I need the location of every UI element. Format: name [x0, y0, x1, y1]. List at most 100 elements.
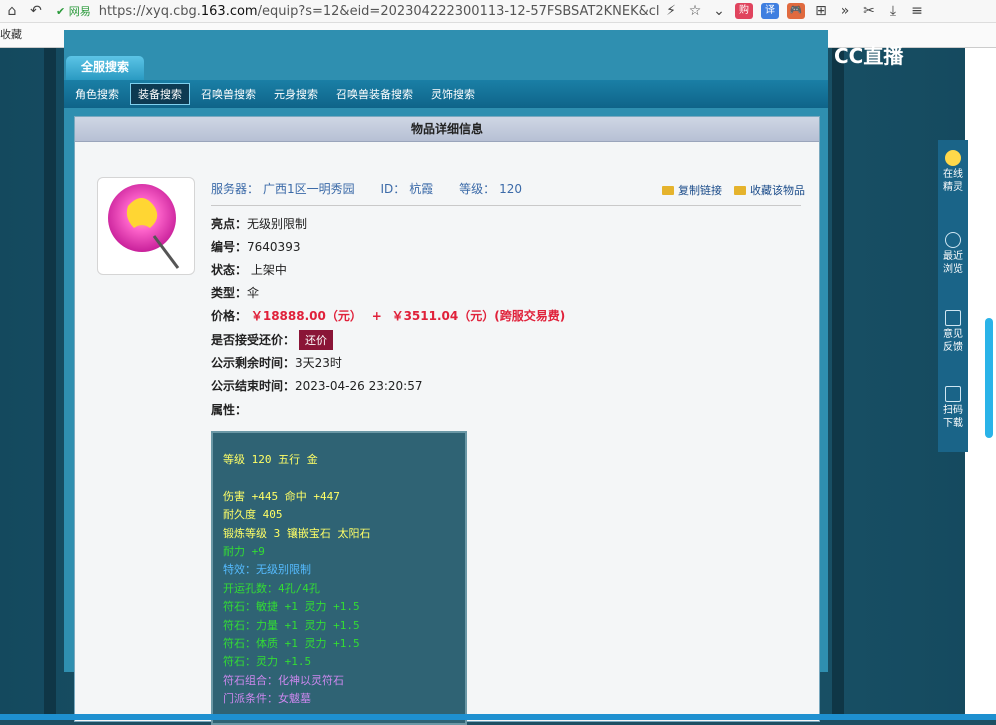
- favorite-label: 收藏该物品: [750, 184, 805, 197]
- scrollbar-thumb[interactable]: [985, 318, 993, 438]
- sidebar-recent-browse[interactable]: 最近 浏览: [938, 232, 968, 276]
- bargain-label: 是否接受还价：: [211, 333, 296, 347]
- scissors-icon[interactable]: ✂: [857, 3, 881, 19]
- back-icon[interactable]: ↶: [24, 3, 48, 19]
- number-row: 编号：7640393: [211, 238, 300, 255]
- stat-line: 耐力 +9: [223, 545, 265, 559]
- url-prefix: https://xyq.cbg.: [98, 3, 201, 19]
- level-value: 120: [499, 182, 523, 196]
- level-label: 等级：: [459, 182, 496, 196]
- mascot-icon: [945, 150, 961, 166]
- game-extension-icon[interactable]: 🎮: [787, 3, 805, 19]
- price-value: ￥18888.00（元）: [250, 309, 362, 323]
- number-label: 编号：: [211, 240, 248, 254]
- browser-toolbar: ⌂ ↶ ✔ 网易 https://xyq.cbg. 163.com/equip?s…: [0, 0, 996, 23]
- sidebar-feedback[interactable]: 意见 反馈: [938, 310, 968, 354]
- menu-icon[interactable]: ≡: [905, 3, 929, 19]
- stat-line: 耐久度 405: [223, 508, 283, 522]
- stat-line: 伤害 +445 命中 +447: [223, 489, 340, 503]
- nav-role-search[interactable]: 角色搜索: [68, 84, 126, 104]
- stat-line: 门派条件：女魃墓: [223, 692, 311, 706]
- end-row: 公示结束时间：2023-04-26 23:20:57: [211, 377, 422, 394]
- sidebar-scan-download[interactable]: 扫码 下载: [938, 386, 968, 430]
- highlight-label: 亮点：: [211, 217, 248, 231]
- chevron-down-icon[interactable]: ⌄: [707, 3, 731, 19]
- nav-equip-search[interactable]: 装备搜索: [130, 83, 190, 105]
- stat-line: 开运孔数：4孔/4孔: [223, 581, 320, 595]
- tab-all-server-search[interactable]: 全服搜索: [66, 56, 144, 80]
- sidebar-label: 下载: [943, 418, 963, 429]
- nav-summon-equip-search[interactable]: 召唤兽装备搜索: [329, 84, 420, 104]
- number-value: 7640393: [247, 240, 301, 254]
- highlight-value: 无级别限制: [247, 217, 308, 231]
- price-plus: +: [371, 309, 382, 323]
- umbrella-icon: [108, 184, 180, 269]
- home-icon[interactable]: ⌂: [0, 3, 24, 19]
- star-icon[interactable]: ☆: [683, 3, 707, 19]
- safe-badge: ✔ 网易: [56, 5, 91, 18]
- item-detail-panel: 物品详细信息 服务器： 广西1区一明秀园 ID： 杭霞 等级： 120 复制链接 收藏…: [74, 116, 820, 725]
- clock-icon: [945, 232, 961, 248]
- bargain-button[interactable]: 还价: [299, 330, 334, 350]
- nav-ornament-search[interactable]: 灵饰搜索: [424, 84, 482, 104]
- floating-sidebar: 在线 精灵 最近 浏览 意见 反馈 扫码 下载: [938, 140, 968, 452]
- address-bar[interactable]: ✔ 网易 https://xyq.cbg. 163.com/equip?s=12&…: [54, 1, 659, 21]
- price-label: 价格：: [211, 309, 248, 323]
- sidebar-label: 浏览: [943, 264, 963, 275]
- url-host: 163.com: [200, 3, 258, 19]
- shopping-extension-icon[interactable]: 购: [735, 3, 753, 19]
- bottom-taskbar-edge: [0, 714, 996, 720]
- remain-row: 公示剩余时间：3天23时: [211, 354, 342, 371]
- scroll-gutter: [965, 48, 996, 720]
- id-value: 杭霞: [409, 182, 434, 196]
- server-label: 服务器：: [211, 182, 260, 196]
- stat-line: 符石组合：化神以灵符石: [223, 673, 344, 687]
- nav-yuanshen-search[interactable]: 元身搜索: [267, 84, 325, 104]
- type-value: 伞: [247, 286, 260, 300]
- scan-icon: [945, 386, 961, 402]
- nav-summon-search[interactable]: 召唤兽搜索: [194, 84, 263, 104]
- copy-link-button[interactable]: 复制链接: [662, 182, 722, 198]
- end-label: 公示结束时间：: [211, 379, 296, 393]
- sidebar-label: 意见: [943, 329, 963, 340]
- status-value: 上架中: [250, 263, 287, 277]
- remain-label: 公示剩余时间：: [211, 356, 296, 370]
- search-nav: 角色搜索 装备搜索 召唤兽搜索 元身搜索 召唤兽装备搜索 灵饰搜索: [64, 80, 828, 108]
- url-suffix: /equip?s=12&eid=202304222300113-12-57FSB…: [257, 3, 659, 19]
- left-border-stripe: [44, 48, 56, 720]
- stat-line: 等级 120 五行 金: [223, 453, 318, 466]
- download-icon[interactable]: ⤓: [881, 3, 905, 19]
- folder-icon: [662, 185, 674, 195]
- divider: [211, 205, 801, 206]
- sidebar-label: 扫码: [943, 405, 963, 416]
- status-label: 状态：: [211, 263, 248, 277]
- stat-line: 锻炼等级 3 镶嵌宝石 太阳石: [223, 526, 371, 540]
- end-value: 2023-04-26 23:20:57: [295, 379, 423, 393]
- attr-row: 属性：: [211, 401, 247, 418]
- type-label: 类型：: [211, 286, 248, 300]
- more-chevron-icon[interactable]: »: [833, 3, 857, 19]
- stat-line: [213, 469, 465, 487]
- bookmarks-label[interactable]: 收藏: [0, 28, 22, 41]
- sidebar-online-helper[interactable]: 在线 精灵: [938, 150, 968, 194]
- grid-icon[interactable]: ⊞: [809, 3, 833, 19]
- stat-line: 符石：敏捷 +1 灵力 +1.5: [223, 600, 360, 614]
- sidebar-label: 反馈: [943, 342, 963, 353]
- status-row: 状态： 上架中: [211, 261, 287, 278]
- stat-line: 符石：力量 +1 灵力 +1.5: [223, 618, 360, 632]
- item-image: [97, 177, 195, 275]
- folder-icon: [734, 185, 746, 195]
- sidebar-label: 在线: [943, 169, 963, 180]
- lightning-icon[interactable]: ⚡: [659, 3, 683, 19]
- fee-value: ￥3511.04（元）(跨服交易费): [391, 309, 566, 323]
- copy-link-label: 复制链接: [678, 184, 722, 197]
- cc-live-logo: CC直播: [834, 44, 904, 68]
- type-row: 类型：伞: [211, 284, 259, 301]
- translate-extension-icon[interactable]: 译: [761, 3, 779, 19]
- favorite-button[interactable]: 收藏该物品: [734, 182, 805, 198]
- stat-line: 符石：体质 +1 灵力 +1.5: [223, 637, 360, 651]
- id-label: ID：: [380, 182, 406, 196]
- sidebar-label: 精灵: [943, 182, 963, 193]
- sidebar-label: 最近: [943, 251, 963, 262]
- bargain-row: 是否接受还价： 还价: [211, 330, 334, 350]
